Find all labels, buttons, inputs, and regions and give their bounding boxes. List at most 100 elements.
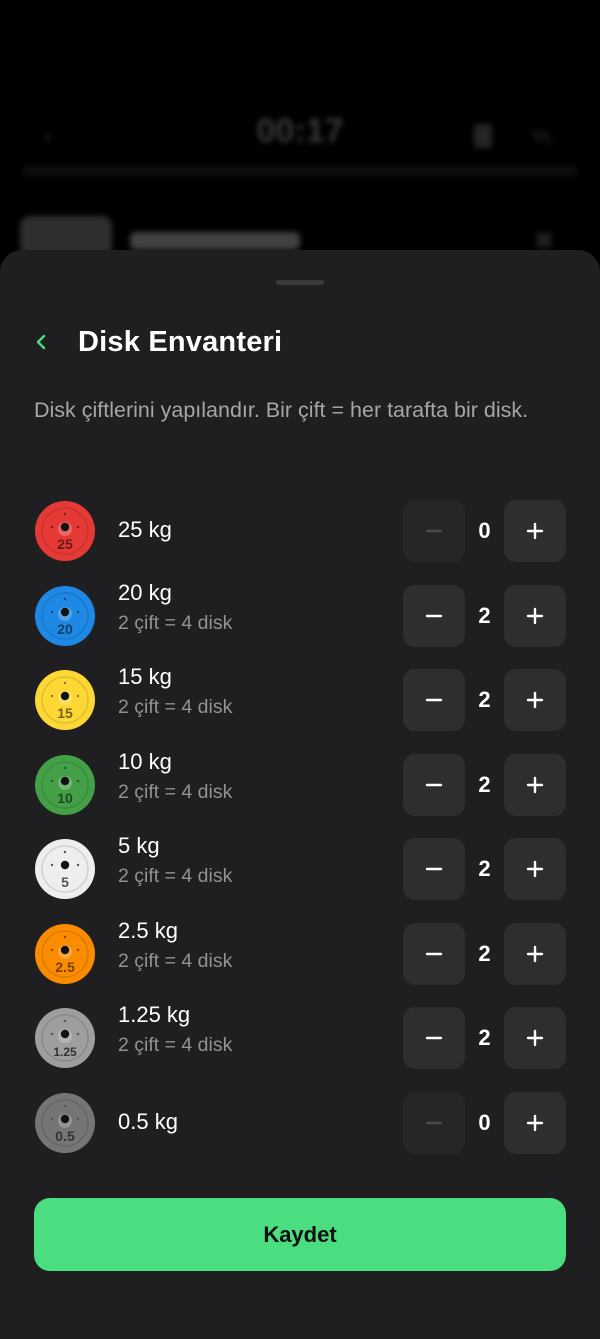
background-row-text	[130, 232, 300, 250]
plus-icon	[526, 522, 544, 540]
plate-list: 25 25 kg 0 20 20 kg 2 çift = 4 disk 2 15 15 kg 2 …	[0, 490, 600, 1166]
minus-icon	[425, 867, 443, 871]
plate-weight: 5 kg	[118, 833, 160, 858]
quantity-stepper: 0	[403, 1091, 566, 1154]
plate-row: 1.25 1.25 kg 2 çift = 4 disk 2	[0, 997, 600, 1082]
sheet-description: Disk çiftlerini yapılandır. Bir çift = h…	[34, 398, 529, 422]
quantity-stepper: 2	[403, 922, 566, 985]
minus-icon	[425, 783, 443, 786]
plus-icon	[526, 607, 544, 624]
plate-weight: 0.5 kg	[118, 1108, 178, 1134]
minus-icon	[425, 529, 443, 533]
plate-info: 25 kg	[118, 517, 172, 543]
plate-weight: 25 kg	[118, 517, 172, 542]
back-button[interactable]	[34, 322, 66, 362]
minus-icon	[425, 952, 443, 955]
weight-plate-icon: 20	[34, 585, 96, 647]
weight-plate-icon: 25	[34, 500, 96, 562]
pair-count: 2	[478, 687, 491, 712]
quantity-stepper: 0	[403, 500, 566, 562]
weight-plate-icon: 5	[34, 838, 96, 900]
plate-info: 0.5 kg	[118, 1109, 178, 1135]
plate-info: 10 kg 2 çift = 4 disk	[118, 749, 232, 804]
quantity-stepper: 2	[403, 838, 566, 900]
quantity-stepper: 2	[403, 584, 566, 647]
decrement-button[interactable]	[403, 753, 465, 816]
minus-icon	[425, 1121, 443, 1124]
plate-label: 20	[57, 621, 73, 637]
plus-icon	[526, 776, 544, 793]
plate-info: 2.5 kg 2 çift = 4 disk	[118, 918, 232, 973]
plate-weight: 1.25 kg	[118, 1002, 191, 1027]
background-progress-bar	[22, 166, 578, 176]
background-chevron-icon	[536, 232, 552, 248]
plate-pair-summary: 2 çift = 4 disk	[118, 780, 233, 803]
increment-button[interactable]	[504, 1007, 566, 1069]
plate-row: 0.5 0.5 kg 0	[0, 1082, 600, 1167]
plate-info: 20 kg 2 çift = 4 disk	[118, 580, 232, 635]
decrement-button[interactable]	[403, 1091, 465, 1154]
weight-plate-icon: 1.25	[34, 1007, 96, 1069]
pair-count: 2	[478, 602, 491, 628]
weight-plate-icon: 10	[34, 754, 96, 816]
increment-button[interactable]	[504, 922, 566, 985]
decrement-button[interactable]	[403, 584, 465, 647]
decrement-button[interactable]	[403, 838, 465, 900]
plate-info: 15 kg 2 çift = 4 disk	[118, 664, 232, 719]
increment-button[interactable]	[504, 838, 566, 900]
increment-button[interactable]	[504, 584, 566, 647]
minus-icon	[425, 698, 443, 702]
pair-count: 2	[478, 940, 491, 966]
sheet-title: Disk Envanteri	[78, 325, 283, 358]
weight-plate-icon: 2.5	[34, 923, 96, 985]
increment-button[interactable]	[504, 1091, 566, 1154]
decrement-button[interactable]	[403, 500, 465, 562]
plate-row: 25 25 kg 0	[0, 490, 600, 575]
pair-count: 2	[478, 856, 491, 881]
increment-button[interactable]	[504, 669, 566, 731]
plate-pair-summary: 2 çift = 4 disk	[118, 611, 233, 634]
plus-icon	[526, 945, 544, 962]
plate-label: 10	[57, 790, 73, 806]
plate-weight: 2.5 kg	[118, 917, 178, 943]
plate-row: 2.5 2.5 kg 2 çift = 4 disk 2	[0, 913, 600, 998]
plate-label: 2.5	[55, 959, 75, 975]
plate-info: 5 kg 2 çift = 4 disk	[118, 833, 232, 888]
plate-weight: 20 kg	[118, 579, 172, 605]
plate-label: 25	[57, 536, 73, 552]
decrement-button[interactable]	[403, 1007, 465, 1069]
plate-weight: 10 kg	[118, 748, 172, 774]
weight-plate-icon: 0.5	[34, 1092, 96, 1154]
sheet-drag-handle[interactable]	[276, 280, 324, 285]
quantity-stepper: 2	[403, 753, 566, 816]
plus-icon	[526, 1029, 544, 1047]
weight-plate-icon: 15	[34, 669, 96, 731]
increment-button[interactable]	[504, 500, 566, 562]
decrement-button[interactable]	[403, 922, 465, 985]
plus-icon	[526, 691, 544, 709]
plate-pair-summary: 2 çift = 4 disk	[118, 1034, 233, 1056]
plate-label: 15	[57, 705, 73, 721]
save-button[interactable]: Kaydet	[34, 1198, 566, 1271]
plate-pair-summary: 2 çift = 4 disk	[118, 865, 233, 887]
pair-count: 2	[478, 1025, 491, 1050]
bottom-sheet: Disk Envanteri Disk çiftlerini yapılandı…	[0, 250, 600, 1339]
pair-count: 2	[478, 771, 491, 797]
pair-count: 0	[478, 1109, 491, 1135]
quantity-stepper: 2	[403, 669, 566, 731]
plate-label: 1.25	[53, 1045, 77, 1059]
decrement-button[interactable]	[403, 669, 465, 731]
plate-weight: 15 kg	[118, 664, 172, 689]
plate-row: 20 20 kg 2 çift = 4 disk 2	[0, 575, 600, 660]
plate-pair-summary: 2 çift = 4 disk	[118, 949, 233, 972]
background-timer: 00:17	[256, 112, 344, 150]
plate-row: 5 5 kg 2 çift = 4 disk 2	[0, 828, 600, 913]
minus-icon	[425, 1036, 443, 1040]
plate-row: 10 10 kg 2 çift = 4 disk 2	[0, 744, 600, 829]
increment-button[interactable]	[504, 753, 566, 816]
minus-icon	[425, 614, 443, 617]
plate-info: 1.25 kg 2 çift = 4 disk	[118, 1002, 232, 1057]
background-action-icon	[474, 124, 492, 148]
plate-row: 15 15 kg 2 çift = 4 disk 2	[0, 659, 600, 744]
plate-label: 0.5	[55, 1128, 75, 1144]
